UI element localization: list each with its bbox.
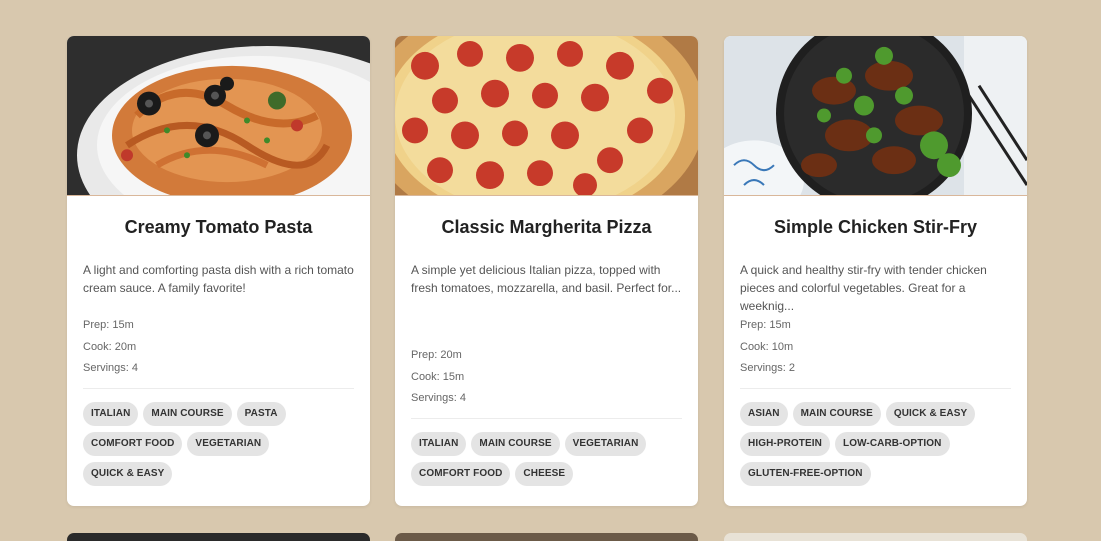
recipe-card-partial[interactable] [395,533,698,541]
recipe-image-pasta [67,36,370,196]
prep-time: Prep: 15m [83,319,134,331]
prep-time: Prep: 20m [411,349,462,361]
recipe-description: A simple yet delicious Italian pizza, to… [411,263,682,295]
tag[interactable]: CHEESE [515,461,574,486]
tag[interactable]: COMFORT FOOD [411,461,511,486]
servings: Servings: 4 [411,392,467,404]
recipe-card[interactable]: Simple Chicken Stir-Fry A quick and heal… [724,36,1027,506]
tag[interactable]: MAIN COURSE [792,401,881,426]
tag[interactable]: MAIN COURSE [471,431,560,456]
tag-list: ITALIAN MAIN COURSE PASTA COMFORT FOOD V… [83,401,323,486]
tag[interactable]: ITALIAN [411,431,467,456]
recipe-card-partial[interactable] [724,533,1027,541]
recipe-title[interactable]: Simple Chicken Stir-Fry [740,217,1011,237]
tag[interactable]: GLUTEN-FREE-OPTION [740,461,871,486]
tag[interactable]: COMFORT FOOD [83,431,183,456]
tag[interactable]: VEGETARIAN [187,431,270,456]
recipe-card[interactable]: Creamy Tomato Pasta A light and comforti… [67,36,370,506]
servings: Servings: 2 [740,362,796,374]
divider [740,387,1011,389]
tag[interactable]: VEGETARIAN [564,431,647,456]
recipe-meta: Prep: 15m Cook: 10m Servings: 2 [740,315,1011,380]
recipe-description: A quick and healthy stir-fry with tender… [740,263,987,313]
divider [83,387,354,389]
recipe-meta: Prep: 15m Cook: 20m Servings: 4 [83,315,354,380]
tag[interactable]: LOW-CARB-OPTION [834,431,950,456]
tag[interactable]: ASIAN [740,401,788,426]
tag[interactable]: HIGH-PROTEIN [740,431,830,456]
servings: Servings: 4 [83,362,139,374]
recipe-meta: Prep: 20m Cook: 15m Servings: 4 [411,345,682,410]
recipe-image-pizza [395,36,698,196]
tag-list: ASIAN MAIN COURSE QUICK & EASY HIGH-PROT… [740,401,1000,486]
tag[interactable]: ITALIAN [83,401,139,426]
recipe-image-stir-fry [724,36,1027,196]
recipe-title[interactable]: Creamy Tomato Pasta [83,217,354,237]
recipe-card[interactable]: Classic Margherita Pizza A simple yet de… [395,36,698,506]
prep-time: Prep: 15m [740,319,791,331]
divider [411,417,682,419]
recipe-title[interactable]: Classic Margherita Pizza [411,217,682,237]
recipe-description: A light and comforting pasta dish with a… [83,263,354,295]
cook-time: Cook: 15m [411,370,465,383]
tag[interactable]: MAIN COURSE [143,401,232,426]
tag[interactable]: QUICK & EASY [83,461,173,486]
cook-time: Cook: 10m [740,340,794,353]
tag[interactable]: QUICK & EASY [885,401,976,426]
recipe-card-partial[interactable] [67,533,370,541]
cook-time: Cook: 20m [83,340,137,353]
tag-list: ITALIAN MAIN COURSE VEGETARIAN COMFORT F… [411,431,661,486]
tag[interactable]: PASTA [236,401,286,426]
